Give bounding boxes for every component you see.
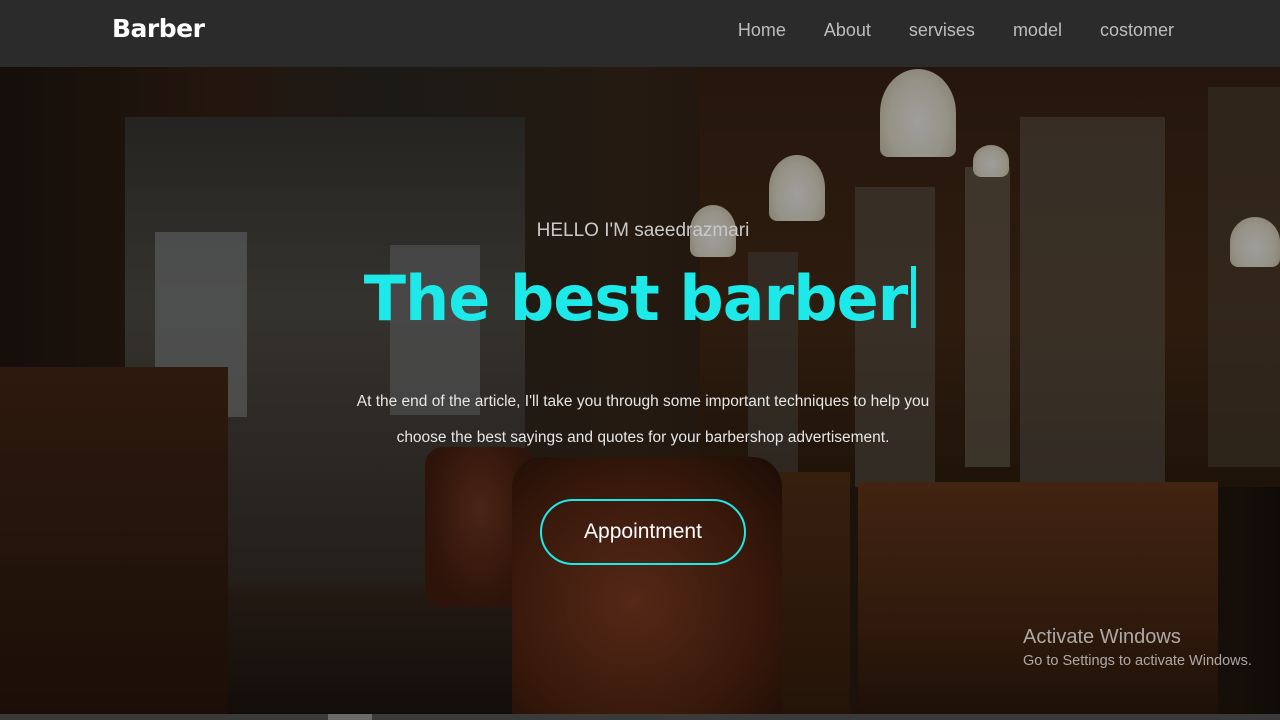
- watermark-title: Activate Windows: [1023, 626, 1181, 648]
- nav-link-model[interactable]: model: [1013, 20, 1062, 41]
- horizontal-scrollbar[interactable]: [0, 714, 1280, 720]
- hero-greeting: HELLO I'M saeedrazmari: [536, 220, 750, 241]
- hero-headline: The best barber: [0, 262, 1280, 335]
- watermark-subtitle: Go to Settings to activate Windows.: [1023, 653, 1252, 669]
- nav-link-about[interactable]: About: [824, 20, 871, 41]
- nav-link-services[interactable]: servises: [909, 20, 975, 41]
- nav-links: Home About servises model costomer: [700, 20, 1174, 41]
- appointment-button[interactable]: Appointment: [540, 499, 746, 565]
- hero-content: HELLO I'M saeedrazmari The best barber A…: [0, 67, 1280, 720]
- nav-link-customer[interactable]: costomer: [1100, 20, 1174, 41]
- top-navbar: Barber Home About servises model costome…: [0, 0, 1280, 67]
- hero-section: HELLO I'M saeedrazmari The best barber A…: [0, 67, 1280, 720]
- brand-logo[interactable]: Barber: [112, 14, 205, 43]
- scrollbar-thumb[interactable]: [328, 714, 372, 720]
- hero-description: At the end of the article, I'll take you…: [330, 384, 956, 456]
- hero-description-line: choose the best sayings and quotes for y…: [396, 429, 890, 446]
- nav-link-home[interactable]: Home: [738, 20, 786, 41]
- hero-headline-text: The best barber: [363, 262, 908, 335]
- activate-windows-watermark: Activate Windows Go to Settings to activ…: [1023, 624, 1252, 671]
- hero-description-line: At the end of the article, I'll take you…: [356, 393, 930, 410]
- typing-cursor: [911, 266, 917, 328]
